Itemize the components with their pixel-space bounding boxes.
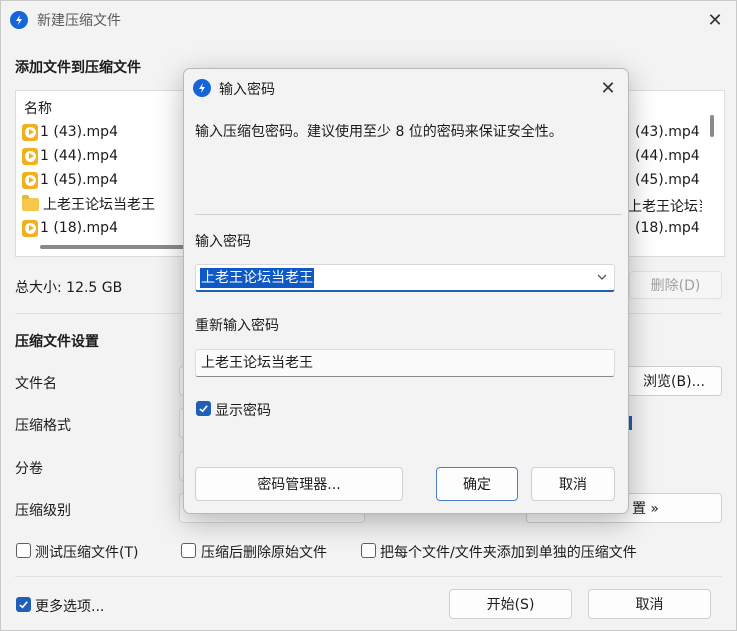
file-name: 1 (43).mp4 [40,124,118,140]
right-col-item: (43).mp4 [635,124,700,140]
delete-after-label: 压缩后删除原始文件 [201,545,327,561]
format-indicator [629,416,632,430]
section-settings-title: 压缩文件设置 [15,334,99,350]
repeat-password-label: 重新输入密码 [195,318,279,334]
password-input-value: 上老王论坛当老王 [200,268,314,288]
file-name: 1 (18).mp4 [40,220,118,236]
password-dialog: 输入密码 ✕ 输入压缩包密码。建议使用至少 8 位的密码来保证安全性。 输入密码… [183,68,629,514]
dialog-description: 输入压缩包密码。建议使用至少 8 位的密码来保证安全性。 [195,124,563,140]
password-label: 输入密码 [195,234,251,250]
show-password-checkbox[interactable] [196,401,211,416]
split-label: 分卷 [15,461,43,477]
ok-button[interactable]: 确定 [436,467,518,501]
checkmark-icon [199,405,208,413]
chevron-down-icon[interactable] [596,271,608,283]
start-button[interactable]: 开始(S) [449,589,572,619]
right-col-item: 上老王论坛当老王 [628,199,702,215]
app-logo-icon [10,11,28,29]
dialog-divider [195,214,622,215]
dialog-cancel-button[interactable]: 取消 [531,467,615,501]
video-file-icon [22,219,38,237]
filename-label: 文件名 [15,376,57,392]
dialog-title: 输入密码 [219,82,275,98]
separate-archives-checkbox[interactable] [361,543,376,558]
divider [15,576,722,577]
password-manager-button[interactable]: 密码管理器... [195,467,403,501]
test-archive-checkbox[interactable] [16,543,31,558]
right-col-item: (45).mp4 [635,172,700,188]
level-label: 压缩级别 [15,503,71,519]
right-col-item: (18).mp4 [635,220,700,236]
video-file-icon [22,171,38,189]
file-name: 1 (44).mp4 [40,148,118,164]
main-window-title: 新建压缩文件 [37,13,121,29]
total-size: 总大小: 12.5 GB [15,280,123,296]
file-name: 上老王论坛当老王 [43,197,155,213]
vertical-scrollbar[interactable] [710,115,714,137]
right-col-item: (44).mp4 [635,148,700,164]
video-file-icon [22,123,38,141]
more-options-label: 更多选项... [35,599,105,615]
list-item[interactable]: 1 (44).mp4 [22,145,118,167]
repeat-password-input[interactable]: 上老王论坛当老王 [195,349,615,377]
delete-after-checkbox[interactable] [181,543,196,558]
main-title-bar: 新建压缩文件 ✕ [1,1,736,39]
list-item[interactable]: 1 (18).mp4 [22,217,118,239]
more-options-checkbox[interactable] [16,597,31,612]
main-cancel-button[interactable]: 取消 [588,589,711,619]
browse-button[interactable]: 浏览(B)... [626,366,722,396]
folder-icon [22,194,39,211]
show-password-label: 显示密码 [215,403,271,419]
app-logo-icon [193,79,211,97]
list-item[interactable]: 1 (43).mp4 [22,121,118,143]
file-name: 1 (45).mp4 [40,172,118,188]
section-add-files-title: 添加文件到压缩文件 [15,60,141,76]
column-header-name: 名称 [24,101,52,117]
main-close-icon[interactable]: ✕ [700,5,730,35]
format-label: 压缩格式 [15,418,71,434]
test-archive-label: 测试压缩文件(T) [35,545,139,561]
list-item[interactable]: 上老王论坛当老王 [22,193,155,215]
checkmark-icon [19,601,28,609]
password-combobox[interactable]: 上老王论坛当老王 [195,264,615,292]
delete-button[interactable]: 删除(D) [629,271,722,299]
list-item[interactable]: 1 (45).mp4 [22,169,118,191]
video-file-icon [22,147,38,165]
dialog-close-icon[interactable]: ✕ [593,73,623,103]
separate-archives-label: 把每个文件/文件夹添加到单独的压缩文件 [380,545,637,561]
